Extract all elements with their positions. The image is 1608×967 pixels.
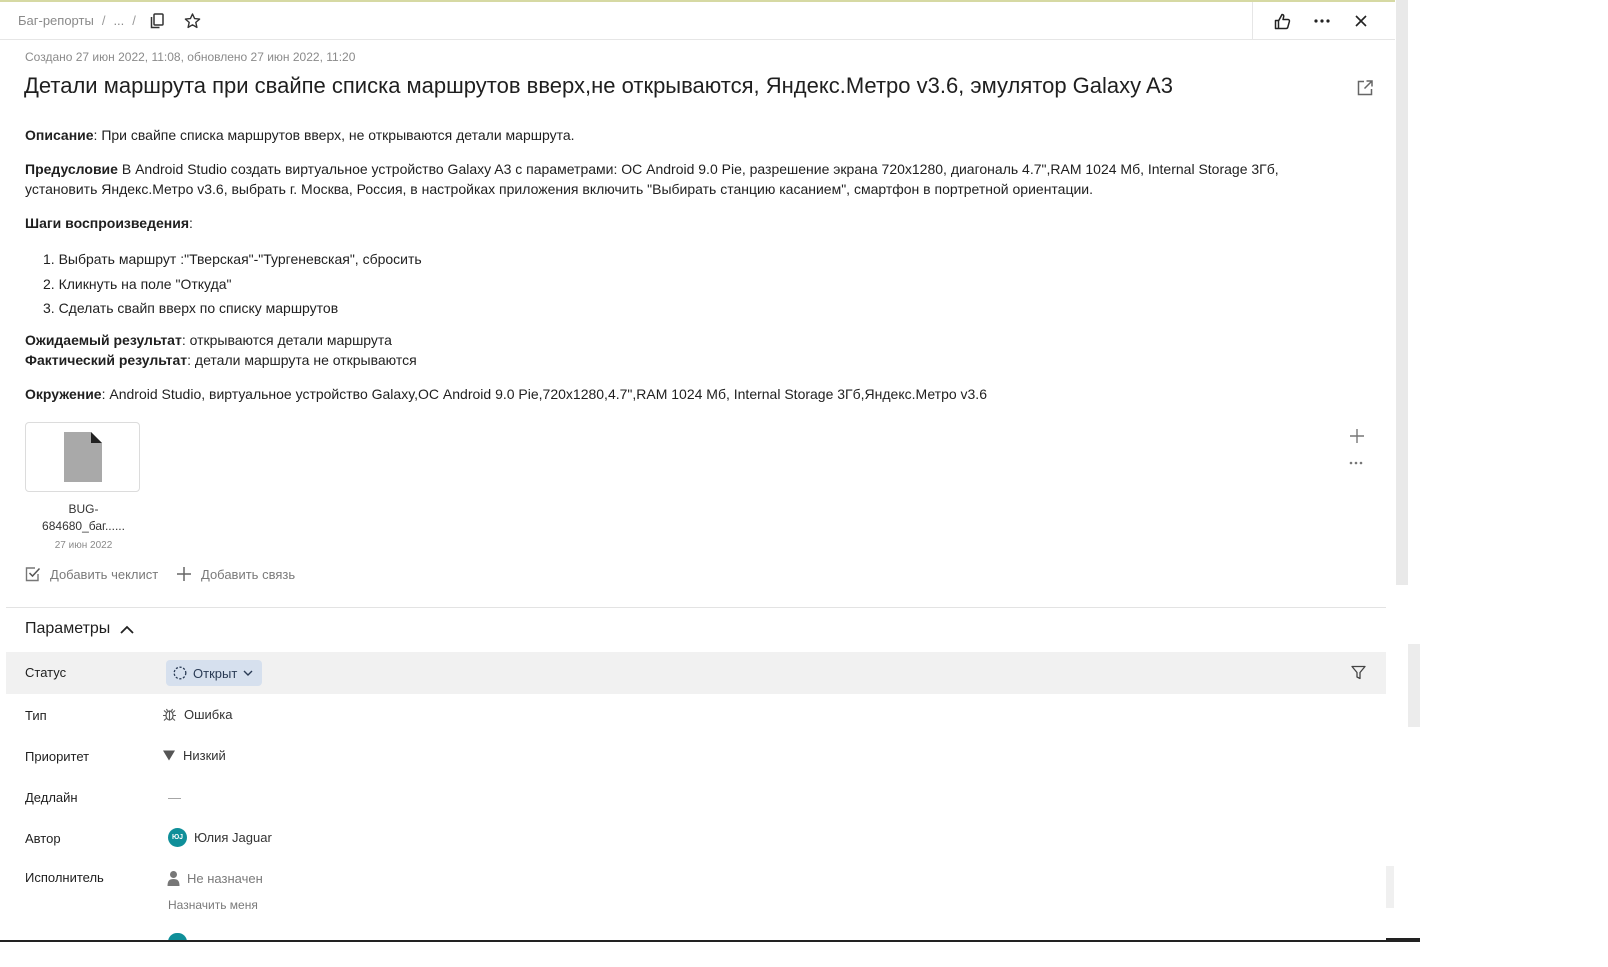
attachment-date: 27 июн 2022: [54, 540, 113, 551]
precondition-text: В Android Studio создать виртуальное уст…: [25, 161, 1279, 197]
param-row-priority: Приоритет Низкий: [6, 735, 1386, 777]
add-checklist-button[interactable]: Добавить чеклист: [25, 566, 158, 582]
description-label: Описание: [25, 127, 94, 143]
breadcrumb-ellipsis[interactable]: ...: [113, 13, 124, 28]
scrollbar[interactable]: [1396, 0, 1408, 585]
author-label: Автор: [25, 831, 61, 846]
environment: Окружение: Android Studio, виртуальное у…: [25, 384, 1345, 404]
filter-icon[interactable]: [1351, 665, 1366, 685]
priority-text: Низкий: [183, 748, 226, 763]
param-row-deadline: Дедлайн —: [6, 776, 1386, 818]
priority-label: Приоритет: [25, 749, 90, 764]
type-value[interactable]: Ошибка: [162, 707, 232, 722]
precondition-label: Предусловие: [25, 161, 118, 177]
close-icon[interactable]: [1351, 11, 1371, 31]
breadcrumb: Баг-репорты / ... /: [18, 13, 136, 28]
list-item: 2. Кликнуть на поле "Откуда": [43, 275, 232, 292]
status-value: Открыт: [193, 665, 238, 681]
steps-label: Шаги воспроизведения: [25, 215, 189, 231]
plus-icon: [177, 567, 191, 581]
assignee-value[interactable]: Не назначен: [167, 870, 263, 886]
add-link-label: Добавить связь: [201, 566, 296, 582]
scrollbar-fragment: [1386, 866, 1394, 908]
add-checklist-label: Добавить чеклист: [50, 566, 159, 582]
chevron-up-icon: [120, 625, 134, 634]
description-paragraph: Описание: При свайпе списка маршрутов вв…: [25, 125, 1345, 145]
description-text: : При свайпе списка маршрутов вверх, не …: [93, 127, 575, 143]
actual-label: Фактический результат: [25, 352, 188, 368]
expected-text: : открываются детали маршрута: [181, 332, 392, 348]
bottom-edge: [1386, 938, 1420, 942]
assignee-label: Исполнитель: [25, 870, 104, 885]
scrollbar-thumb[interactable]: [1408, 644, 1420, 727]
page-title[interactable]: Детали маршрута при свайпе списка маршру…: [24, 73, 1173, 99]
list-item: 3. Сделать свайп вверх по списку маршрут…: [43, 300, 339, 316]
section-divider: [6, 607, 1386, 608]
param-row-status: Статус Открыт: [6, 652, 1386, 694]
type-label: Тип: [25, 708, 47, 723]
steps-heading: Шаги воспроизведения:: [25, 213, 1345, 233]
attachment-name[interactable]: BUG- 684680_баг......: [25, 501, 142, 535]
thumbs-up-icon[interactable]: [1272, 11, 1292, 31]
expected-result: Ожидаемый результат: открываются детали …: [25, 330, 1345, 350]
more-options-icon[interactable]: [1312, 11, 1332, 31]
attachments-more-icon[interactable]: [1349, 455, 1365, 469]
priority-low-icon: [163, 750, 175, 761]
author-value[interactable]: ЮJ Юлия Jaguar: [168, 828, 272, 847]
bottom-edge: [0, 940, 1420, 942]
parameters-title: Параметры: [25, 620, 111, 637]
param-row-author: Автор ЮJ Юлия Jaguar: [6, 817, 1386, 859]
parameters-section-toggle[interactable]: Параметры: [25, 620, 134, 638]
attachment-name-line: 684680_баг......: [42, 519, 125, 533]
assign-me-link[interactable]: Назначить меня: [168, 898, 258, 912]
status-dropdown[interactable]: Открыт: [166, 660, 263, 686]
list-item: 1. Выбрать маршрут :"Тверская"-"Тургенев…: [43, 251, 422, 267]
type-text: Ошибка: [184, 707, 233, 722]
environment-label: Окружение: [25, 386, 102, 402]
precondition-paragraph: Предусловие В Android Studio создать вир…: [25, 159, 1345, 199]
breadcrumb-separator: /: [101, 13, 106, 28]
user-icon: [167, 871, 180, 886]
attachment-name-line: BUG-: [68, 502, 99, 516]
star-icon[interactable]: [182, 11, 202, 31]
bug-icon: [163, 708, 176, 721]
checkbox-checked-icon: [25, 567, 41, 582]
add-attachment-plus-icon[interactable]: [1348, 427, 1366, 445]
toolbar-divider: [1252, 2, 1253, 40]
environment-text: : Android Studio, виртуальное устройство…: [101, 386, 987, 402]
actual-result: Фактический результат: детали маршрута н…: [25, 350, 1345, 370]
param-row-type: Тип Ошибка: [6, 694, 1386, 736]
priority-value[interactable]: Низкий: [162, 748, 226, 763]
issue-meta: Создано 27 июн 2022, 11:08, обновлено 27…: [25, 50, 356, 64]
chevron-down-icon: [243, 670, 253, 676]
actual-text: : детали маршрута не открываются: [187, 352, 417, 368]
steps-list: 1. Выбрать маршрут :"Тверская"-"Тургенев…: [43, 247, 422, 321]
author-name: Юлия Jaguar: [194, 830, 272, 845]
breadcrumb-queue[interactable]: Баг-репорты: [18, 13, 94, 28]
avatar: ЮJ: [168, 828, 187, 847]
file-icon: [63, 432, 102, 482]
status-label: Статус: [25, 665, 67, 680]
top-bar: Баг-репорты / ... /: [0, 2, 1395, 40]
deadline-value[interactable]: —: [168, 790, 181, 805]
status-open-icon: [173, 666, 187, 680]
copy-icon[interactable]: [147, 11, 167, 31]
expected-label: Ожидаемый результат: [25, 332, 182, 348]
steps-colon: :: [189, 215, 193, 231]
external-link-icon[interactable]: [1356, 79, 1376, 99]
param-row-assignee: Исполнитель Не назначен: [6, 857, 1386, 899]
add-link-button[interactable]: Добавить связь: [176, 566, 295, 582]
deadline-label: Дедлайн: [25, 790, 78, 805]
assignee-text: Не назначен: [187, 870, 263, 886]
breadcrumb-separator: /: [132, 13, 136, 28]
attachment-card[interactable]: [25, 422, 140, 492]
